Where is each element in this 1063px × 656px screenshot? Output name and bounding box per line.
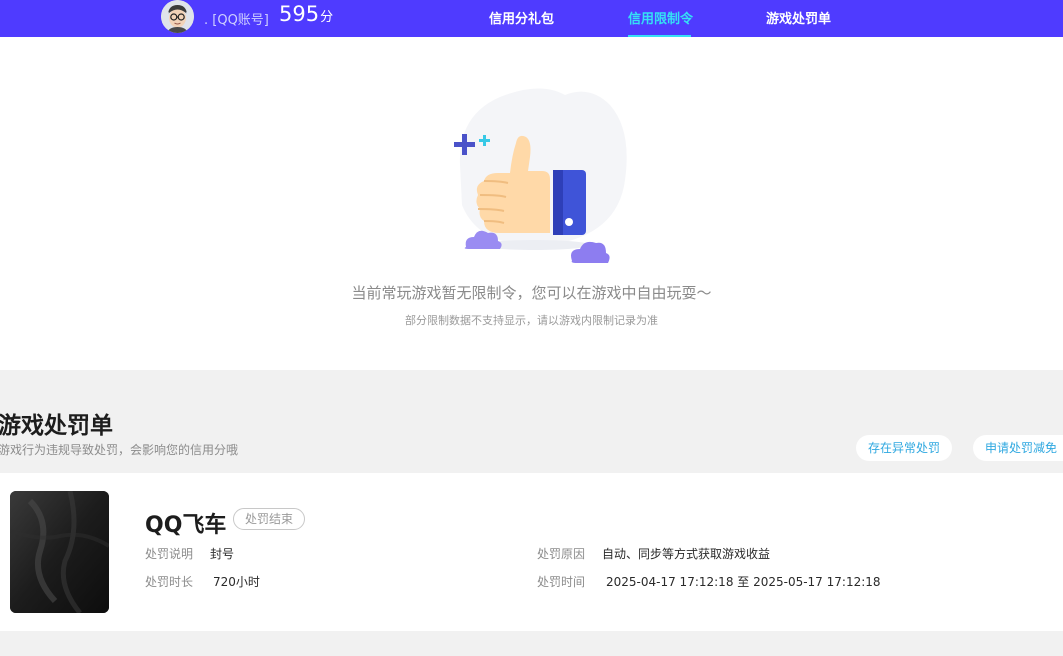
game-name: QQ飞车 [145,513,227,538]
score-unit: 分 [320,10,334,25]
penalty-duration-label: 处罚时长 [145,575,194,589]
penalty-section-description: 游戏行为违规导致处罚，会影响您的信用分哦 [0,443,239,457]
tab-game-penalty[interactable]: 游戏处罚单 [766,8,831,27]
avatar[interactable] [161,0,194,33]
apply-penalty-reduction-button[interactable]: 申请处罚减免 [973,435,1063,461]
avatar-face-icon [161,0,194,33]
penalty-time-label: 处罚时间 [537,575,586,589]
penalty-time-value: 2025-04-17 17:12:18 至 2025-05-17 17:12:1… [606,575,881,589]
thumbs-up-icon [454,88,627,263]
top-bar: . [QQ账号] 595分 信用分礼包 信用限制令 游戏处罚单 [0,0,1063,37]
game-cover-image [10,491,109,613]
tab-credit-restriction[interactable]: 信用限制令 [628,8,693,27]
penalty-desc-value: 封号 [210,547,235,561]
status-badge: 处罚结束 [233,508,306,530]
tab-credit-gift[interactable]: 信用分礼包 [489,8,554,27]
report-abnormal-penalty-button[interactable]: 存在异常处罚 [856,435,953,461]
account-label: . [QQ账号] [204,13,269,28]
restriction-empty-card: 当前常玩游戏暂无限制令，您可以在游戏中自由玩耍～ 部分限制数据不支持显示，请以游… [0,37,1063,370]
empty-state-note: 部分限制数据不支持显示，请以游戏内限制记录为准 [405,314,658,327]
penalty-desc-label: 处罚说明 [145,547,194,561]
penalty-reason-value: 自动、同步等方式获取游戏收益 [602,547,771,561]
penalty-section-title: 游戏处罚单 [0,413,113,439]
score-value: 595 [279,2,320,26]
empty-state-message: 当前常玩游戏暂无限制令，您可以在游戏中自由玩耍～ [351,284,712,302]
credit-score: 595分 [279,2,333,26]
penalty-reason-label: 处罚原因 [537,547,586,561]
penalty-record: QQ飞车 处罚结束 处罚说明 封号 处罚时长 720小时 处罚原因 自动、同步等… [0,473,1063,631]
game-cover-icon [10,491,109,613]
penalty-duration-value: 720小时 [213,575,260,589]
